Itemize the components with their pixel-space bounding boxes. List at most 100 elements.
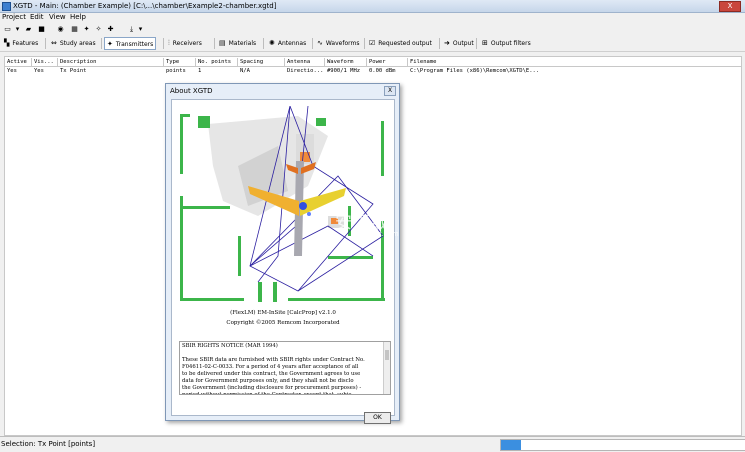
menu-project[interactable]: Project xyxy=(2,13,26,22)
save-icon[interactable]: ■ xyxy=(37,25,46,34)
notice-scrollbar[interactable] xyxy=(383,342,390,394)
scrollbar-thumb[interactable] xyxy=(385,350,389,360)
receiver-icon[interactable]: ✧ xyxy=(94,25,103,34)
tab-waveforms-label: Waveforms xyxy=(325,40,360,47)
status-text: Selection: Tx Point [points] xyxy=(1,440,96,448)
license-notice-box[interactable]: SBIR RIGHTS NOTICE (MAR 1994) These SBIR… xyxy=(179,341,391,395)
transmitters-icon: ✦ xyxy=(107,40,113,48)
materials-icon: ▤ xyxy=(219,39,226,47)
cell-power[interactable]: 0.00 dBm xyxy=(367,67,408,75)
tab-output-filters-label: Output filters xyxy=(490,40,531,47)
receivers-icon: ⫶ xyxy=(168,39,170,47)
about-dialog-title: About XGTD xyxy=(170,87,213,95)
tab-requested-output-label: Requested output xyxy=(378,40,432,47)
tab-materials[interactable]: ▤ Materials xyxy=(217,37,258,49)
antennas-icon: ✺ xyxy=(269,39,275,47)
column-header-description[interactable]: Description xyxy=(58,58,164,66)
column-header-type[interactable]: Type xyxy=(164,58,196,66)
main-toolbar: ▭ ▾ ▰ ■ ◉ ▦ ✦ ✧ ✚ ⤓ ▾ xyxy=(0,23,745,37)
license-notice-text: SBIR RIGHTS NOTICE (MAR 1994) These SBIR… xyxy=(182,343,365,395)
separator xyxy=(101,38,102,49)
study-areas-icon: ⇔ xyxy=(51,39,57,47)
table-header: Active Vis... Description Type No. point… xyxy=(5,57,741,67)
tab-requested-output[interactable]: ☑ Requested output xyxy=(367,37,434,49)
tab-receivers-label: Receivers xyxy=(172,40,202,47)
menu-edit[interactable]: Edit xyxy=(30,13,44,22)
separator xyxy=(312,38,313,49)
grid-icon[interactable]: ▦ xyxy=(70,25,79,34)
tab-features-label: Features xyxy=(12,40,39,47)
tab-output-label: Output xyxy=(452,40,474,47)
tab-transmitters[interactable]: ✦ Transmitters xyxy=(104,37,157,50)
features-icon: ▚ xyxy=(4,39,10,47)
tab-waveforms[interactable]: ∿ Waveforms xyxy=(315,37,361,49)
transmitter-icon[interactable]: ✦ xyxy=(82,25,91,34)
column-header-spacing[interactable]: Spacing xyxy=(238,58,285,66)
progress-bar xyxy=(500,439,745,451)
chamber-simulation-image xyxy=(178,106,388,305)
column-header-visible[interactable]: Vis... xyxy=(32,58,58,66)
new-file-icon[interactable]: ▭ xyxy=(3,25,12,34)
run-icon[interactable]: ⤓ xyxy=(127,25,136,34)
cell-spacing[interactable]: N/A xyxy=(238,67,285,75)
dropdown-arrow-icon[interactable]: ▾ xyxy=(13,25,22,34)
tab-output[interactable]: ➜ Output xyxy=(442,37,476,49)
cell-type[interactable]: points xyxy=(164,67,196,75)
cell-filename[interactable]: C:\Program Files (x86)\Remcom\XGTD\E... xyxy=(408,67,738,75)
progress-fill xyxy=(501,440,521,450)
waveforms-icon: ∿ xyxy=(317,39,323,47)
run-dropdown-icon[interactable]: ▾ xyxy=(136,25,145,34)
globe-icon[interactable]: ◉ xyxy=(56,25,65,34)
separator xyxy=(263,38,264,49)
about-dialog: About XGTD X (FlexLM) EM-InSite [CalcPro… xyxy=(165,83,400,424)
tab-toolbar: ▚ Features ⇔ Study areas ✦ Transmitters ⫶ Re… xyxy=(0,36,745,52)
filter-icon: ⊞ xyxy=(482,39,488,47)
app-icon xyxy=(2,2,11,11)
separator xyxy=(45,38,46,49)
separator xyxy=(214,38,215,49)
about-content: (FlexLM) EM-InSite [CalcProp] v2.1.0 Cop… xyxy=(171,99,395,424)
title-bar: XGTD - Main: (Chamber Example) [C:\...\c… xyxy=(0,0,745,13)
column-header-antenna[interactable]: Antenna xyxy=(285,58,325,66)
watermark-subtext: anxz.com xyxy=(365,230,399,238)
tab-study-areas[interactable]: ⇔ Study areas xyxy=(49,37,98,49)
column-header-no-points[interactable]: No. points xyxy=(196,58,238,66)
column-header-power[interactable]: Power xyxy=(367,58,408,66)
window-close-button[interactable]: X xyxy=(719,1,741,12)
table-row[interactable]: Yes Yes Tx Point points 1 N/A Directio..… xyxy=(5,67,741,75)
menu-view[interactable]: View xyxy=(49,13,66,22)
status-bar: Selection: Tx Point [points] xyxy=(0,436,745,452)
tools-icon[interactable]: ✚ xyxy=(106,25,115,34)
column-header-active[interactable]: Active xyxy=(5,58,32,66)
tab-features[interactable]: ▚ Features xyxy=(2,37,40,49)
tab-output-filters[interactable]: ⊞ Output filters xyxy=(480,37,533,49)
checkbox-icon: ☑ xyxy=(369,39,376,47)
tab-antennas[interactable]: ✺ Antennas xyxy=(267,37,308,49)
tab-materials-label: Materials xyxy=(228,40,257,47)
cell-waveform[interactable]: #900/1 MHz xyxy=(325,67,367,75)
output-arrow-icon: ➜ xyxy=(444,39,450,47)
cell-no-points[interactable]: 1 xyxy=(196,67,238,75)
menu-bar: Project Edit View Help xyxy=(0,13,745,22)
menu-help[interactable]: Help xyxy=(70,13,86,22)
cell-active[interactable]: Yes xyxy=(5,67,32,75)
copyright-text: Copyright ©2005 Remcom Incorporated xyxy=(226,320,340,326)
tab-transmitters-label: Transmitters xyxy=(115,41,154,48)
cell-antenna[interactable]: Directio... xyxy=(285,67,325,75)
tab-antennas-label: Antennas xyxy=(277,40,307,47)
ok-button[interactable]: OK xyxy=(364,412,391,424)
about-close-button[interactable]: X xyxy=(384,86,396,96)
version-text: (FlexLM) EM-InSite [CalcProp] v2.1.0 xyxy=(230,310,336,316)
tab-receivers[interactable]: ⫶ Receivers xyxy=(166,37,204,49)
column-header-filename[interactable]: Filename xyxy=(408,58,741,66)
separator xyxy=(163,38,164,49)
column-header-waveform[interactable]: Waveform xyxy=(325,58,367,66)
separator xyxy=(364,38,365,49)
open-folder-icon[interactable]: ▰ xyxy=(24,25,33,34)
separator xyxy=(439,38,440,49)
window-title: XGTD - Main: (Chamber Example) [C:\...\c… xyxy=(13,2,277,10)
cell-description[interactable]: Tx Point xyxy=(58,67,164,75)
tab-study-areas-label: Study areas xyxy=(59,40,96,47)
cell-visible[interactable]: Yes xyxy=(32,67,58,75)
separator xyxy=(476,38,477,49)
